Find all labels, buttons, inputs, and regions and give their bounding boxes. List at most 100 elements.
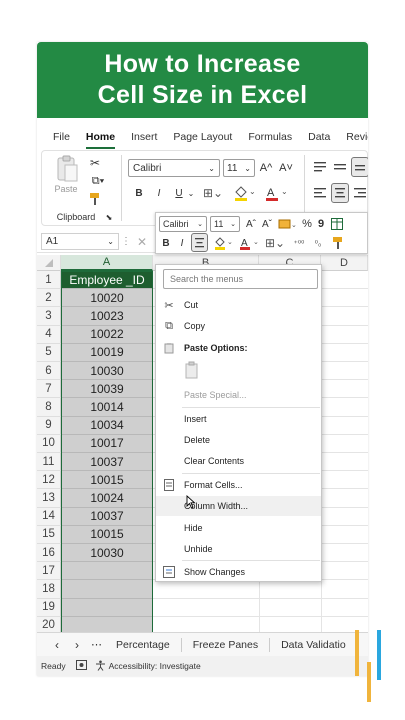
table-cell[interactable]: 10034 [61, 416, 153, 435]
mini-font-name-select[interactable]: Calibri ⌄ [159, 216, 207, 232]
table-cell[interactable]: 10024 [61, 489, 153, 508]
table-cell[interactable] [61, 580, 153, 599]
table-cell[interactable]: 10015 [61, 525, 153, 544]
cut-icon[interactable]: ✂ [87, 155, 103, 171]
table-cell[interactable] [61, 562, 153, 581]
row-header[interactable]: 14 [37, 507, 61, 526]
row-header[interactable]: 6 [37, 362, 61, 381]
table-cell[interactable]: 10030 [61, 362, 153, 381]
row-header[interactable]: 17 [37, 562, 61, 581]
mini-italic-button[interactable]: I [176, 235, 188, 251]
tab-file[interactable]: File [53, 124, 70, 150]
row-header[interactable]: 12 [37, 471, 61, 490]
mini-fill-color-icon[interactable]: ⌄ [212, 235, 234, 251]
row-header[interactable]: 7 [37, 380, 61, 399]
row-header[interactable]: 19 [37, 598, 61, 617]
row-header[interactable]: 11 [37, 453, 61, 472]
borders-icon[interactable]: ⊞⌄ [202, 185, 224, 201]
menu-item-cut[interactable]: ✂ Cut [156, 295, 321, 315]
shrink-font-button[interactable]: A˅ [278, 159, 294, 177]
align-top-icon[interactable] [312, 159, 328, 175]
row-header[interactable]: 1 [37, 271, 61, 290]
tab-data[interactable]: Data [308, 124, 330, 150]
mini-decrease-decimal-icon[interactable]: ⁰₀ [309, 235, 327, 251]
paste-icon[interactable] [54, 155, 80, 183]
accessibility-icon[interactable] [95, 660, 106, 673]
underline-button[interactable]: U [172, 185, 186, 201]
mini-center-icon[interactable] [191, 233, 208, 252]
menu-item-hide[interactable]: Hide [156, 518, 321, 538]
table-cell[interactable]: 10039 [61, 380, 153, 399]
mini-shrink-font-icon[interactable]: Aˇ [260, 216, 274, 232]
row-header[interactable]: 8 [37, 398, 61, 417]
row-header[interactable]: 2 [37, 289, 61, 308]
italic-button[interactable]: I [152, 185, 166, 201]
table-cell[interactable]: 10014 [61, 398, 153, 417]
grow-font-button[interactable]: A^ [258, 159, 274, 177]
table-cell[interactable]: 10017 [61, 434, 153, 453]
row-header[interactable]: 16 [37, 544, 61, 563]
menu-item-delete[interactable]: Delete [156, 430, 321, 450]
mini-bold-button[interactable]: B [160, 235, 172, 251]
menu-item-show-changes[interactable]: Show Changes [156, 562, 321, 582]
table-cell[interactable]: 10037 [61, 507, 153, 526]
table-cell[interactable]: 10037 [61, 453, 153, 472]
status-accessibility[interactable]: Accessibility: Investigate [109, 661, 201, 671]
menu-item-copy[interactable]: ⧉ Copy [156, 316, 321, 336]
column-header-a[interactable]: A [61, 255, 153, 271]
mini-accounting-icon[interactable]: ⌄ [277, 216, 297, 232]
tab-formulas[interactable]: Formulas [248, 124, 292, 150]
align-center-icon[interactable] [331, 183, 349, 203]
select-all-corner[interactable] [37, 255, 61, 271]
row-header[interactable]: 9 [37, 416, 61, 435]
menu-item-clear-contents[interactable]: Clear Contents [156, 451, 321, 471]
cancel-icon[interactable]: ✕ [135, 233, 149, 250]
paste-option-button[interactable] [156, 359, 321, 383]
font-color-icon[interactable]: A ⌄ [264, 185, 288, 201]
table-cell[interactable]: 10015 [61, 471, 153, 490]
menu-item-column-width[interactable]: Column Width... [156, 496, 321, 516]
mini-increase-decimal-icon[interactable]: ⁺⁰⁰ [290, 235, 308, 251]
mini-grow-font-icon[interactable]: Aˆ [244, 216, 258, 232]
row-header[interactable]: 15 [37, 525, 61, 544]
column-header-d[interactable]: D [321, 255, 368, 271]
table-cell[interactable]: 10022 [61, 325, 153, 344]
row-header[interactable]: 3 [37, 307, 61, 326]
copy-icon[interactable]: ⧉▾ [87, 173, 109, 189]
sheet-tab-data-validation[interactable]: Data Validatio [281, 639, 346, 651]
fill-color-icon[interactable]: ⌄ [232, 185, 256, 201]
row-header[interactable]: 5 [37, 343, 61, 362]
table-cell[interactable]: 10030 [61, 544, 153, 563]
align-left-icon[interactable] [312, 185, 328, 201]
mini-comma-button[interactable]: 9 [316, 216, 326, 232]
mini-format-painter-icon[interactable] [330, 235, 346, 251]
align-right-icon[interactable] [352, 185, 368, 201]
name-box[interactable]: A1 ⌄ [41, 233, 119, 250]
menu-item-unhide[interactable]: Unhide [156, 539, 321, 559]
font-size-select[interactable]: 11 ⌄ [223, 159, 255, 177]
bold-button[interactable]: B [132, 185, 146, 201]
clipboard-launcher-icon[interactable]: ⬊ [104, 211, 114, 223]
scroll-right-icon[interactable]: › [75, 638, 79, 652]
mini-font-size-select[interactable]: 11 ⌄ [210, 216, 240, 232]
tab-home[interactable]: Home [85, 124, 116, 150]
align-middle-icon[interactable] [332, 159, 348, 175]
table-cell[interactable] [61, 598, 153, 617]
menu-item-paste-special[interactable]: Paste Special... [156, 385, 321, 405]
align-bottom-icon[interactable] [351, 157, 368, 177]
font-name-select[interactable]: Calibri ⌄ [128, 159, 220, 177]
paste-label[interactable]: Paste [50, 183, 82, 195]
scroll-left-icon[interactable]: ‹ [55, 638, 59, 652]
tab-page-layout[interactable]: Page Layout [173, 124, 232, 150]
mini-font-color-icon[interactable]: A ⌄ [238, 235, 260, 251]
mini-format-table-icon[interactable] [330, 216, 344, 232]
row-header[interactable]: 10 [37, 434, 61, 453]
underline-dropdown-icon[interactable]: ⌄ [186, 185, 196, 201]
table-cell[interactable]: 10019 [61, 343, 153, 362]
more-sheets-icon[interactable]: ⋯ [91, 638, 102, 651]
format-painter-icon[interactable] [87, 191, 103, 207]
column-a-header-cell[interactable]: Employee _ID [61, 271, 153, 290]
mini-percent-button[interactable]: % [301, 216, 313, 232]
row-header[interactable]: 18 [37, 580, 61, 599]
menu-item-insert[interactable]: Insert [156, 409, 321, 429]
